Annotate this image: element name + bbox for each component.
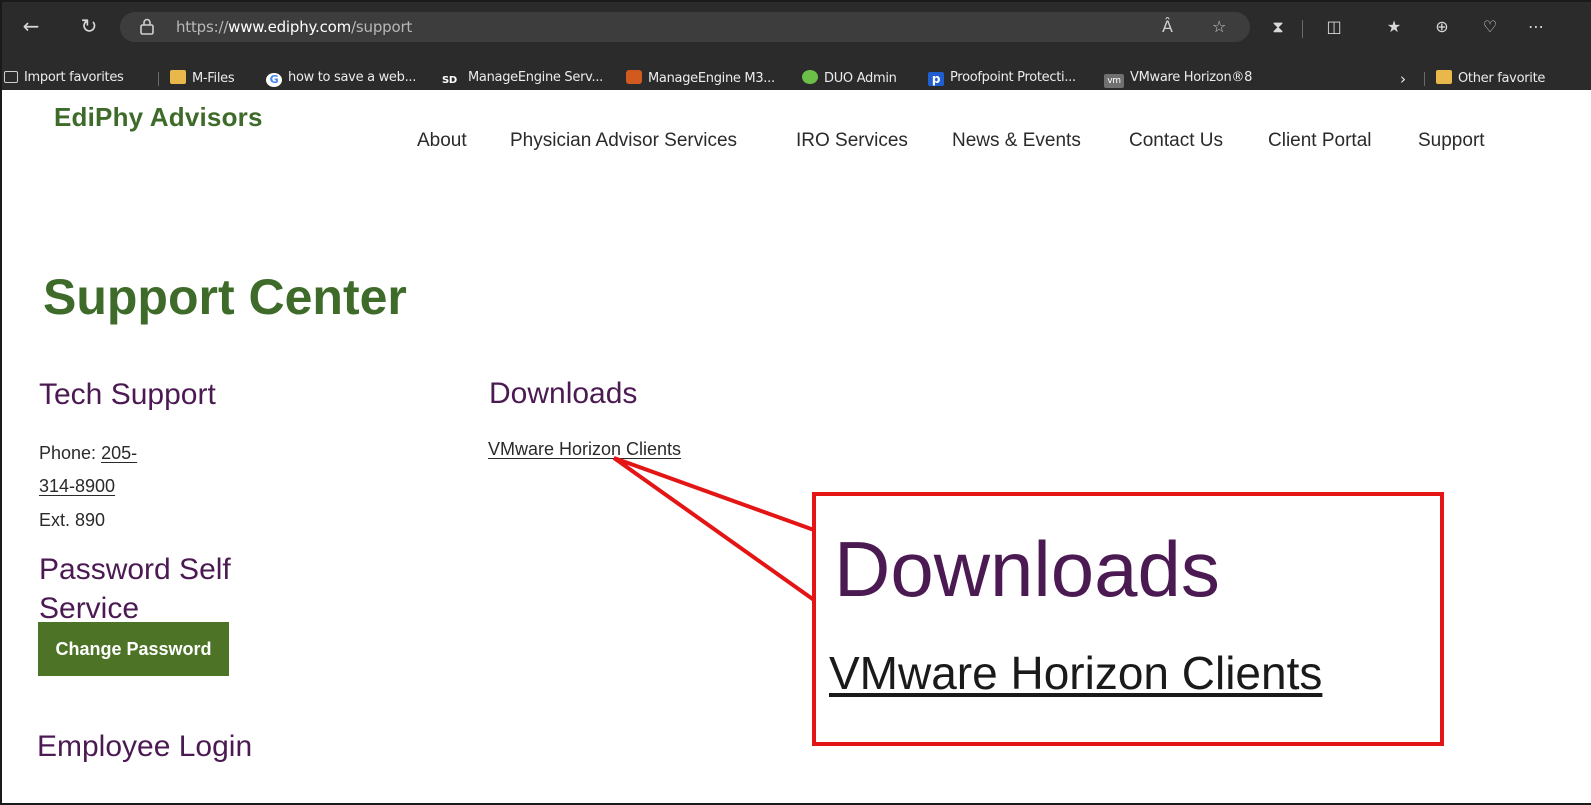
bookmarks-divider-2	[1424, 72, 1425, 86]
downloads-heading: Downloads	[489, 377, 638, 410]
import-icon	[4, 71, 18, 83]
nav-contact-us[interactable]: Contact Us	[1129, 130, 1223, 152]
duo-icon	[802, 70, 818, 84]
browser-essentials-icon[interactable]: ♡	[1476, 17, 1504, 37]
vmware-horizon-clients-link[interactable]: VMware Horizon Clients	[488, 439, 681, 460]
more-icon[interactable]: ⋯	[1522, 17, 1550, 37]
url-text[interactable]: https://www.ediphy.com/support	[176, 18, 412, 36]
nav-client-portal[interactable]: Client Portal	[1268, 130, 1372, 152]
callout-downloads-heading: Downloads	[834, 525, 1220, 613]
callout-box: Downloads VMware Horizon Clients	[812, 492, 1444, 746]
bookmark-import-favorites[interactable]: Import favorites	[4, 70, 124, 90]
bookmark-m-files[interactable]: M-Files	[170, 70, 235, 90]
page-title: Support Center	[43, 269, 407, 325]
change-password-button[interactable]: Change Password	[38, 622, 229, 676]
sd-icon: SD	[442, 75, 457, 86]
extensions-icon[interactable]: ⧗	[1264, 17, 1292, 37]
phone-link-part-2[interactable]: 314-8900	[39, 476, 115, 496]
browser-toolbar: ← ↻ https://www.ediphy.com/support Â ☆ …	[2, 2, 1591, 90]
page-content: EdiPhy Advisors About Physician Advisor …	[2, 90, 1591, 803]
favorites-icon[interactable]: ★	[1380, 17, 1408, 37]
proofpoint-icon: p	[928, 72, 944, 86]
nav-support[interactable]: Support	[1418, 130, 1485, 152]
bookmark-how-to-save[interactable]: Ghow to save a web...	[266, 70, 416, 90]
bookmark-proofpoint[interactable]: p Proofpoint Protecti...	[928, 70, 1076, 90]
bookmarks-divider	[158, 72, 159, 86]
bookmark-manageengine-serv[interactable]: SD ManageEngine Serv...	[442, 70, 603, 90]
nav-news-events[interactable]: News & Events	[952, 130, 1081, 152]
folder-icon	[1436, 70, 1452, 84]
back-icon[interactable]: ←	[16, 11, 46, 41]
read-aloud-icon[interactable]: Â	[1162, 17, 1173, 36]
address-row: ← ↻ https://www.ediphy.com/support Â ☆ …	[2, 8, 1591, 44]
chevron-right-icon[interactable]: ›	[1400, 70, 1406, 90]
password-self-service-heading: Password Self	[39, 553, 231, 586]
address-bar[interactable]: https://www.ediphy.com/support Â ☆	[120, 12, 1250, 42]
lock-icon[interactable]	[140, 18, 154, 35]
toolbar-divider	[1302, 20, 1303, 38]
tech-support-heading: Tech Support	[39, 378, 216, 411]
manageengine-icon	[626, 70, 642, 84]
collections-icon[interactable]: ⊕	[1428, 17, 1456, 37]
password-self-service-heading-2: Service	[39, 592, 140, 625]
bookmark-vmware-horizon[interactable]: vm VMware Horizon®8	[1104, 70, 1252, 90]
phone-line-2: 314-8900	[39, 476, 115, 497]
favorite-star-icon[interactable]: ☆	[1212, 17, 1226, 36]
bookmarks-bar: Import favorites M-Files Ghow to save a …	[2, 68, 1591, 90]
bookmark-other-favorites[interactable]: Other favorite	[1436, 70, 1545, 90]
refresh-icon[interactable]: ↻	[74, 11, 104, 41]
site-logo[interactable]: EdiPhy Advisors	[54, 102, 263, 133]
phone-link-part-1[interactable]: 205-	[101, 443, 137, 463]
browser-window: ← ↻ https://www.ediphy.com/support Â ☆ …	[0, 0, 1591, 805]
callout-vmware-link: VMware Horizon Clients	[829, 647, 1323, 699]
nav-iro-services[interactable]: IRO Services	[796, 130, 908, 152]
folder-icon	[170, 70, 186, 84]
nav-about[interactable]: About	[417, 130, 467, 152]
phone-line-1: Phone: 205-	[39, 443, 137, 464]
employee-login-heading: Employee Login	[37, 730, 253, 763]
bookmark-duo-admin[interactable]: DUO Admin	[802, 70, 897, 90]
phone-label: Phone:	[39, 443, 97, 463]
vmware-icon: vm	[1104, 74, 1124, 88]
phone-extension: Ext. 890	[39, 510, 106, 530]
nav-physician-advisor-services[interactable]: Physician Advisor Services	[510, 130, 737, 152]
bookmark-manageengine-m3[interactable]: ManageEngine M3...	[626, 70, 775, 90]
split-screen-icon[interactable]: ◫	[1320, 17, 1348, 37]
google-icon: G	[266, 73, 282, 87]
